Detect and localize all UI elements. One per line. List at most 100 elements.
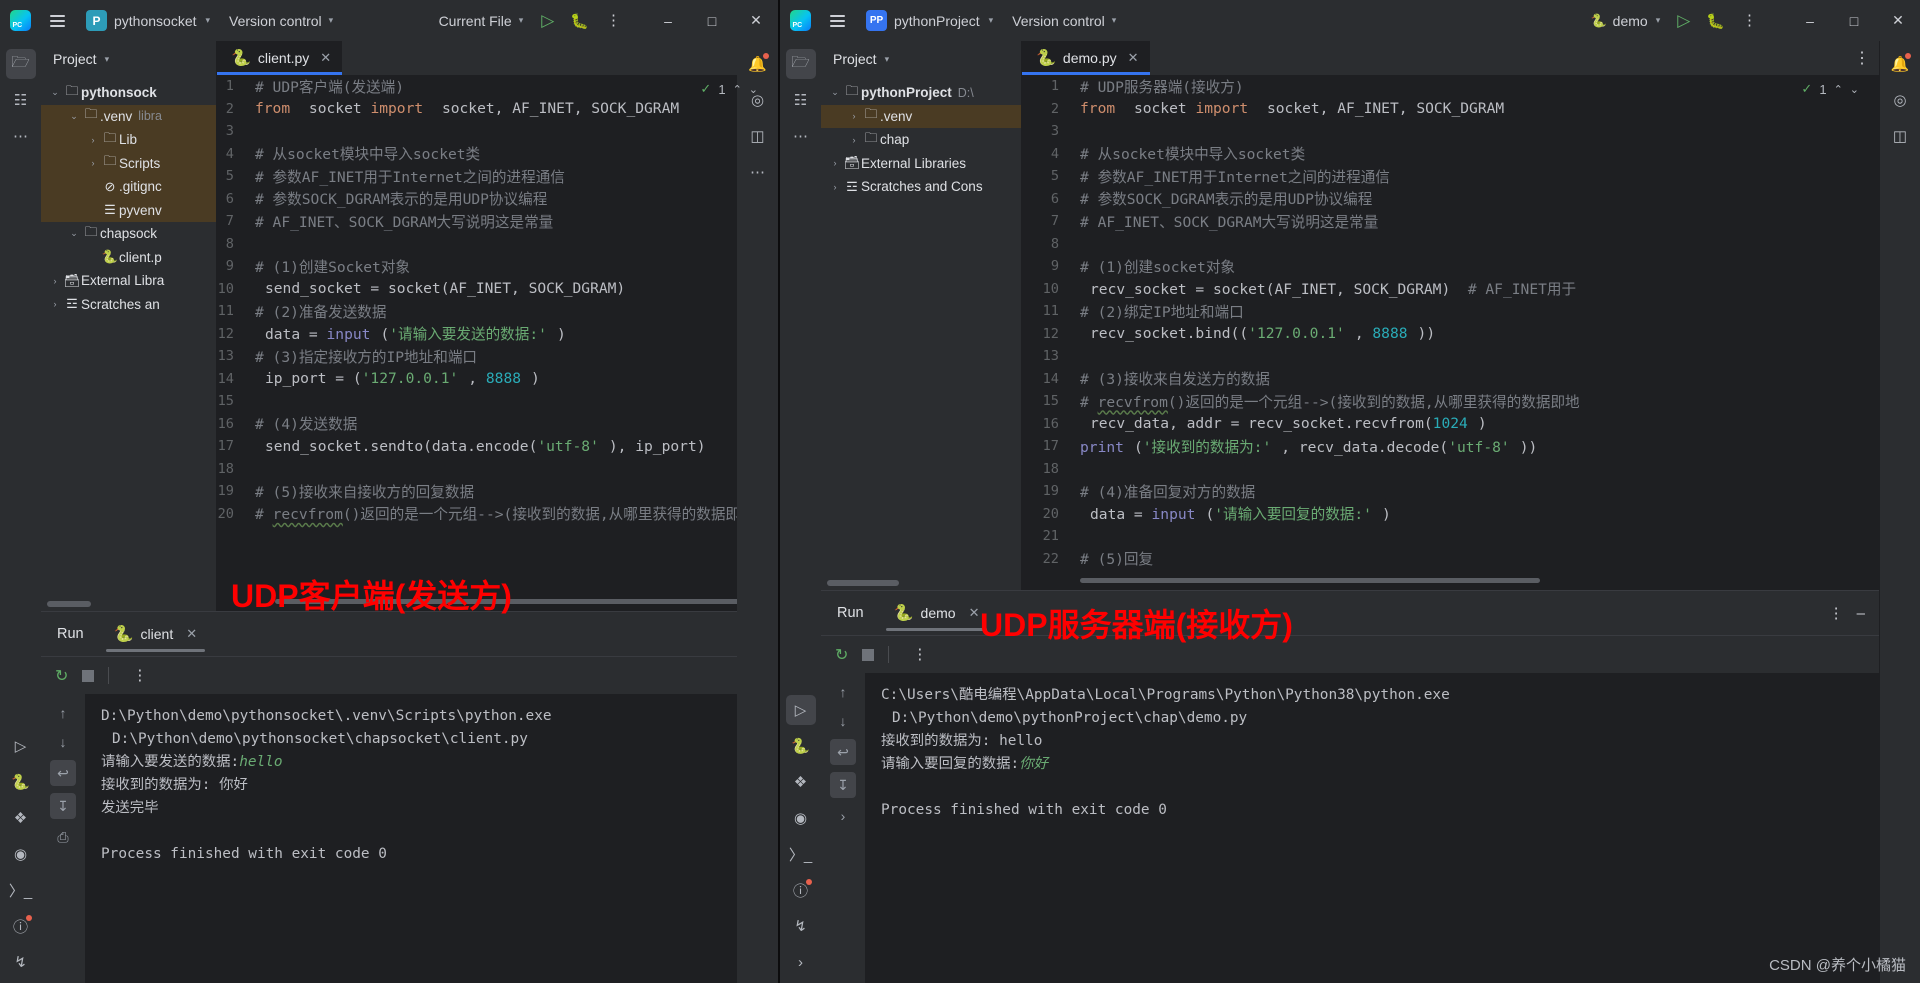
run-icon[interactable]: ▷ xyxy=(533,11,562,31)
chevron-down-icon[interactable]: ⌄ xyxy=(827,87,843,98)
database-icon[interactable]: ◫ xyxy=(1885,121,1915,151)
run-icon[interactable]: ▷ xyxy=(1669,11,1698,31)
chevron-down-icon[interactable]: ⌄ xyxy=(66,228,82,239)
ai-assistant-icon[interactable]: ◎ xyxy=(1885,85,1915,115)
tree-item-chap[interactable]: › 🗀 chap xyxy=(821,128,1021,152)
more-options-icon[interactable]: ⋮ xyxy=(1733,13,1766,28)
debug-icon[interactable]: 🐛 xyxy=(562,12,597,30)
problems-icon[interactable]: ⓘ xyxy=(6,911,36,941)
chevron-down-icon[interactable]: ▾ xyxy=(105,54,110,65)
commit-tool-icon[interactable]: ☷ xyxy=(6,85,36,115)
terminal-icon[interactable]: 〉_ xyxy=(6,875,36,905)
editor-tab-demo-py[interactable]: 🐍 demo.py ✕ xyxy=(1022,41,1150,75)
python-console-icon[interactable]: 🐍 xyxy=(6,767,36,797)
tree-item-pyvenv[interactable]: ☰ pyvenv xyxy=(41,198,216,222)
tree-item-chapsock[interactable]: ⌄ 🗀 chapsock xyxy=(41,222,216,246)
chevron-right-icon[interactable]: › xyxy=(846,135,862,145)
maximize-button[interactable]: □ xyxy=(690,0,734,41)
chevron-right-icon[interactable]: › xyxy=(47,299,63,309)
up-arrow-icon[interactable]: ↑ xyxy=(830,681,856,703)
commit-tool-icon[interactable]: ☷ xyxy=(786,85,816,115)
prev-problem-icon[interactable]: ⌃ xyxy=(733,83,742,96)
structure-icon[interactable]: ◉ xyxy=(786,803,816,833)
minimize-button[interactable]: – xyxy=(1788,0,1832,41)
prev-problem-icon[interactable]: ⌃ xyxy=(1834,83,1843,96)
stop-icon[interactable] xyxy=(82,669,95,682)
right-run-configuration-selector[interactable]: 🐍 demo ▾ xyxy=(1581,8,1669,34)
project-tool-icon[interactable]: 🗁 xyxy=(5,49,36,79)
left-code-area[interactable]: ✓ 1 ⌃ ⌄ 1 # UDP客户端(发送端) 2 from socket impor… xyxy=(217,75,778,611)
console-options-icon[interactable]: ⋮ xyxy=(903,647,936,662)
soft-wrap-icon[interactable]: ↩ xyxy=(50,760,76,786)
close-button[interactable]: ✕ xyxy=(1876,0,1920,41)
left-tree-hscrollbar[interactable] xyxy=(47,601,91,607)
vcs-branch-icon[interactable]: ↯ xyxy=(6,947,36,977)
run-panel-options-icon[interactable]: ⋮ xyxy=(1820,606,1853,621)
left-run-configuration-selector[interactable]: Current File ▾ xyxy=(429,8,534,34)
terminal-icon[interactable]: 〉_ xyxy=(786,839,816,869)
scroll-to-end-icon[interactable]: ↧ xyxy=(50,793,76,819)
rerun-icon[interactable]: ↻ xyxy=(835,645,848,665)
run-panel-minimize-icon[interactable]: – xyxy=(1853,605,1879,622)
down-arrow-icon[interactable]: ↓ xyxy=(50,731,76,753)
print-icon[interactable]: ⎙ xyxy=(50,826,76,848)
chevron-down-icon[interactable]: ⌄ xyxy=(66,111,82,122)
next-problem-icon[interactable]: ⌄ xyxy=(749,83,758,96)
hamburger-menu-icon[interactable] xyxy=(40,14,74,27)
services-icon[interactable]: ❖ xyxy=(6,803,36,833)
tree-item-scripts[interactable]: › 🗀 Scripts xyxy=(41,151,216,175)
left-version-control-menu[interactable]: Version control ▾ xyxy=(219,8,343,34)
editor-tab-client-py[interactable]: 🐍 client.py ✕ xyxy=(217,41,343,75)
tree-item-venv[interactable]: › 🗀 .venv xyxy=(821,104,1021,128)
database-icon[interactable]: ◫ xyxy=(743,121,773,151)
notifications-icon[interactable]: 🔔 xyxy=(1885,49,1915,79)
more-tools-icon[interactable]: ⋯ xyxy=(6,121,36,151)
python-console-icon[interactable]: 🐍 xyxy=(786,731,816,761)
tree-item-scratches-and-cons[interactable]: › ☲ Scratches and Cons xyxy=(821,175,1021,199)
structure-icon[interactable]: ◉ xyxy=(6,839,36,869)
close-icon[interactable]: ✕ xyxy=(320,50,331,66)
close-icon[interactable]: ✕ xyxy=(1128,50,1139,66)
tree-item-venv[interactable]: ⌄ 🗀 .venv libra xyxy=(41,104,216,128)
right-code-hscrollbar[interactable] xyxy=(1080,578,1540,583)
right-console-output[interactable]: C:\Users\酷电编程\AppData\Local\Programs\Pyt… xyxy=(865,673,1879,983)
down-arrow-icon[interactable]: ↓ xyxy=(830,710,856,732)
close-icon[interactable]: ✕ xyxy=(969,605,980,621)
chevron-right-icon[interactable]: › xyxy=(827,182,843,192)
next-problem-icon[interactable]: ⌄ xyxy=(1850,83,1859,96)
more-tools-icon[interactable]: ⋯ xyxy=(786,121,816,151)
right-code-area[interactable]: ✓ 1 ⌃ ⌄ 1 # UDP服务器端(接收方) 2 from socket impo… xyxy=(1022,75,1879,590)
tree-item-pythonsock[interactable]: ⌄ 🗀 pythonsock xyxy=(41,81,216,105)
chevron-right-icon[interactable]: › xyxy=(85,135,101,145)
run-tab-client[interactable]: 🐍 client ✕ xyxy=(105,612,205,656)
expand-stripe-icon[interactable]: › xyxy=(786,947,816,977)
minimize-button[interactable]: – xyxy=(646,0,690,41)
left-console-output[interactable]: D:\Python\demo\pythonsocket\.venv\Script… xyxy=(85,694,778,983)
problems-icon[interactable]: ⓘ xyxy=(786,875,816,905)
tree-item-gitignc[interactable]: ⊘ .gitignc xyxy=(41,175,216,199)
vcs-branch-icon[interactable]: ↯ xyxy=(786,911,816,941)
run-tab-demo[interactable]: 🐍 demo ✕ xyxy=(885,591,988,635)
chevron-down-icon[interactable]: ▾ xyxy=(885,54,890,65)
tree-item-external-libraries[interactable]: › 🗃 External Libraries xyxy=(821,152,1021,176)
more-options-icon[interactable]: ⋮ xyxy=(597,13,630,28)
console-options-icon[interactable]: ⋮ xyxy=(123,668,156,683)
notifications-icon[interactable]: 🔔 xyxy=(743,49,773,79)
editor-options-icon[interactable]: ⋮ xyxy=(1845,41,1879,75)
right-version-control-menu[interactable]: Version control ▾ xyxy=(1002,8,1126,34)
tree-item-lib[interactable]: › 🗀 Lib xyxy=(41,128,216,152)
chevron-right-icon[interactable]: › xyxy=(47,276,63,286)
chevron-down-icon[interactable]: ⌄ xyxy=(47,87,63,98)
more-tools-icon[interactable]: ⋯ xyxy=(743,157,773,187)
project-tool-icon[interactable]: 🗁 xyxy=(785,49,816,79)
chevron-right-icon[interactable]: › xyxy=(827,158,843,168)
soft-wrap-icon[interactable]: ↩ xyxy=(830,739,856,765)
left-project-selector[interactable]: P pythonsocket ▾ xyxy=(80,8,219,34)
up-arrow-icon[interactable]: ↑ xyxy=(50,702,76,724)
chevron-right-icon[interactable]: › xyxy=(85,158,101,168)
run-tool-icon[interactable]: ▷ xyxy=(785,695,816,725)
left-project-tree[interactable]: ⌄ 🗀 pythonsock ⌄ 🗀 .venv libra › 🗀 Lib › 🗀 Scripts ⊘.… xyxy=(41,77,216,601)
tree-item-client-p[interactable]: 🐍 client.p xyxy=(41,246,216,270)
close-icon[interactable]: ✕ xyxy=(186,626,197,642)
close-button[interactable]: ✕ xyxy=(734,0,778,41)
